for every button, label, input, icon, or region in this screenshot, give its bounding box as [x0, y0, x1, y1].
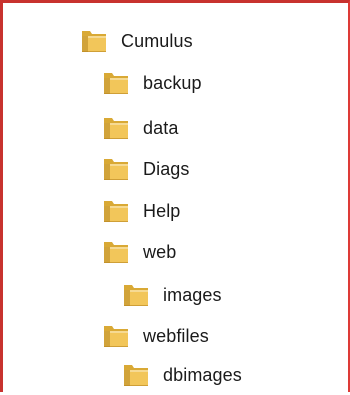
folder-tree: Cumulus backup data Diags Help web image… — [3, 3, 348, 392]
folder-icon — [121, 280, 151, 310]
folder-icon — [79, 26, 109, 56]
tree-item-label: web — [143, 241, 177, 262]
tree-item-dbimages[interactable]: dbimages — [121, 355, 242, 395]
folder-icon — [121, 360, 151, 390]
folder-icon — [101, 196, 131, 226]
tree-item-label: backup — [143, 72, 202, 93]
tree-item-label: webfiles — [143, 325, 209, 346]
tree-item-images[interactable]: images — [121, 275, 222, 315]
folder-icon — [101, 237, 131, 267]
explorer-window-frame: Cumulus backup data Diags Help web image… — [0, 0, 350, 392]
tree-item-label: dbimages — [163, 364, 242, 385]
folder-icon — [101, 113, 131, 143]
folder-icon — [101, 68, 131, 98]
tree-item-label: Help — [143, 200, 181, 221]
tree-item-data[interactable]: data — [101, 108, 178, 148]
tree-item-web[interactable]: web — [101, 232, 176, 272]
tree-item-backup[interactable]: backup — [101, 63, 202, 103]
tree-item-label: data — [143, 117, 179, 138]
tree-item-diags[interactable]: Diags — [101, 149, 190, 189]
folder-icon — [101, 321, 131, 351]
tree-item-label: Cumulus — [121, 30, 193, 51]
tree-item-webfiles[interactable]: webfiles — [101, 316, 209, 356]
tree-item-help[interactable]: Help — [101, 191, 180, 231]
tree-item-cumulus[interactable]: Cumulus — [79, 21, 193, 61]
tree-item-label: Diags — [143, 158, 190, 179]
folder-icon — [101, 154, 131, 184]
tree-item-label: images — [163, 284, 222, 305]
